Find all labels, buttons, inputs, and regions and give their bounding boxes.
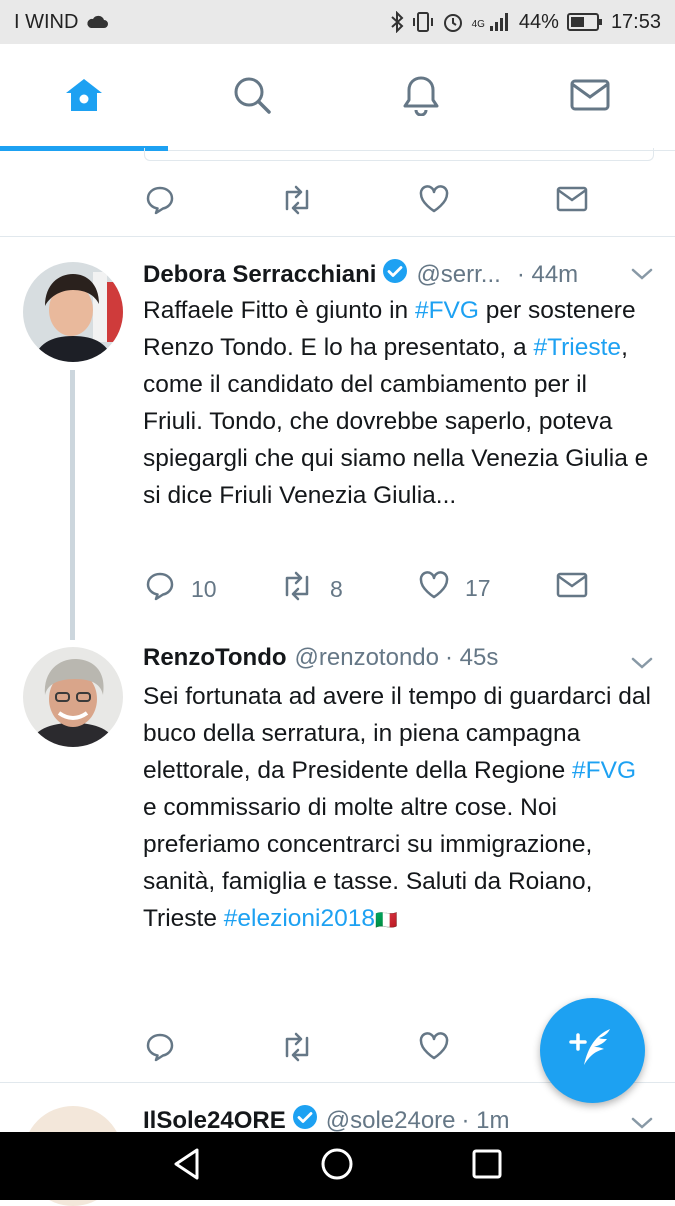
dm-share-button[interactable] — [556, 185, 588, 219]
hashtag-link[interactable]: #Trieste — [533, 334, 621, 361]
reply-button[interactable] — [145, 185, 175, 221]
author-handle[interactable]: @renzotondo — [295, 644, 439, 672]
battery-label: 44% — [518, 10, 559, 33]
bluetooth-icon — [390, 11, 404, 33]
reply-icon — [145, 185, 175, 221]
thread-connector — [70, 370, 75, 640]
battery-icon — [566, 12, 603, 32]
back-icon — [171, 1147, 203, 1186]
tweet-text: Sei fortunata ad avere il tempo di guard… — [143, 678, 653, 939]
back-button[interactable] — [167, 1146, 207, 1186]
retweet-icon — [280, 571, 314, 607]
tweet-time: · 44m — [516, 260, 579, 288]
retweet-icon — [280, 185, 314, 221]
mail-icon — [556, 571, 588, 605]
status-bar: I WIND 4G 44% 17:53 — [0, 0, 675, 44]
tweet-time: · 1m — [461, 1106, 510, 1134]
author-handle[interactable]: @serr... — [416, 261, 500, 289]
like-button[interactable] — [419, 1032, 449, 1066]
author-name[interactable]: Debora Serracchiani — [143, 261, 376, 289]
hashtag-link[interactable]: #elezioni2018 — [224, 905, 375, 932]
tweet-text: Raffaele Fitto è giunto in #FVG per sost… — [143, 292, 653, 514]
reply-button[interactable] — [145, 1032, 175, 1068]
carrier-label: I WIND — [14, 10, 79, 33]
flag-emoji: 🇮🇹 — [375, 910, 398, 930]
search-icon — [232, 75, 272, 120]
home-circle-icon — [320, 1147, 354, 1186]
retweet-button[interactable] — [280, 1032, 314, 1068]
reply-icon — [145, 571, 175, 607]
author-name[interactable]: IlSole24ORE — [143, 1107, 286, 1135]
dm-share-button[interactable] — [556, 571, 588, 605]
mail-icon — [569, 78, 611, 117]
hashtag-link[interactable]: #FVG — [572, 757, 636, 784]
verified-badge-icon — [382, 258, 408, 291]
tab-home[interactable] — [0, 44, 168, 151]
hashtag-link[interactable]: #FVG — [415, 297, 479, 324]
tweet-time: · 45s — [445, 644, 499, 671]
retweet-button[interactable] — [280, 185, 314, 221]
bell-icon — [401, 74, 441, 121]
chevron-down-icon[interactable] — [630, 266, 654, 287]
cloud-icon — [86, 15, 109, 29]
recents-button[interactable] — [467, 1146, 507, 1186]
home-icon — [63, 76, 105, 119]
tweet-header: RenzoTondo @renzotondo · 45s — [143, 644, 498, 672]
mail-icon — [556, 185, 588, 219]
author-name[interactable]: RenzoTondo — [143, 644, 287, 672]
author-handle[interactable]: @sole24ore — [326, 1107, 456, 1135]
vibrate-icon — [412, 11, 434, 33]
tab-bar — [0, 44, 675, 151]
alarm-icon — [442, 11, 464, 33]
heart-icon — [419, 1032, 449, 1066]
like-button[interactable]: 17 — [419, 571, 491, 605]
tab-notifications[interactable] — [337, 44, 505, 150]
retweet-count: 8 — [330, 575, 343, 602]
tweet-header: Debora Serracchiani @serr... · 44m — [143, 258, 578, 291]
reply-icon — [145, 1032, 175, 1068]
home-button[interactable] — [317, 1146, 357, 1186]
like-button[interactable] — [419, 185, 449, 219]
heart-icon — [419, 571, 449, 605]
avatar[interactable] — [23, 262, 123, 362]
avatar[interactable] — [23, 647, 123, 747]
clock-label: 17:53 — [610, 10, 661, 33]
previous-card-edge — [144, 148, 654, 161]
text-segment: Raffaele Fitto è giunto in — [143, 297, 415, 324]
reply-button[interactable]: 10 — [145, 571, 217, 607]
like-count: 17 — [465, 574, 491, 601]
compose-tweet-button[interactable] — [540, 998, 645, 1103]
recents-icon — [471, 1148, 503, 1185]
tweet-divider — [0, 236, 675, 237]
active-tab-indicator — [0, 146, 168, 151]
retweet-button[interactable]: 8 — [280, 571, 343, 607]
network-type-label: 4G — [471, 18, 485, 30]
signal-icon — [489, 12, 511, 32]
compose-tweet-icon — [566, 1021, 620, 1080]
retweet-icon — [280, 1032, 314, 1068]
reply-count: 10 — [191, 575, 217, 602]
chevron-down-icon[interactable] — [630, 655, 654, 676]
tab-search[interactable] — [168, 44, 336, 150]
tab-messages[interactable] — [506, 44, 674, 150]
heart-icon — [419, 185, 449, 219]
system-nav-bar — [0, 1132, 675, 1200]
